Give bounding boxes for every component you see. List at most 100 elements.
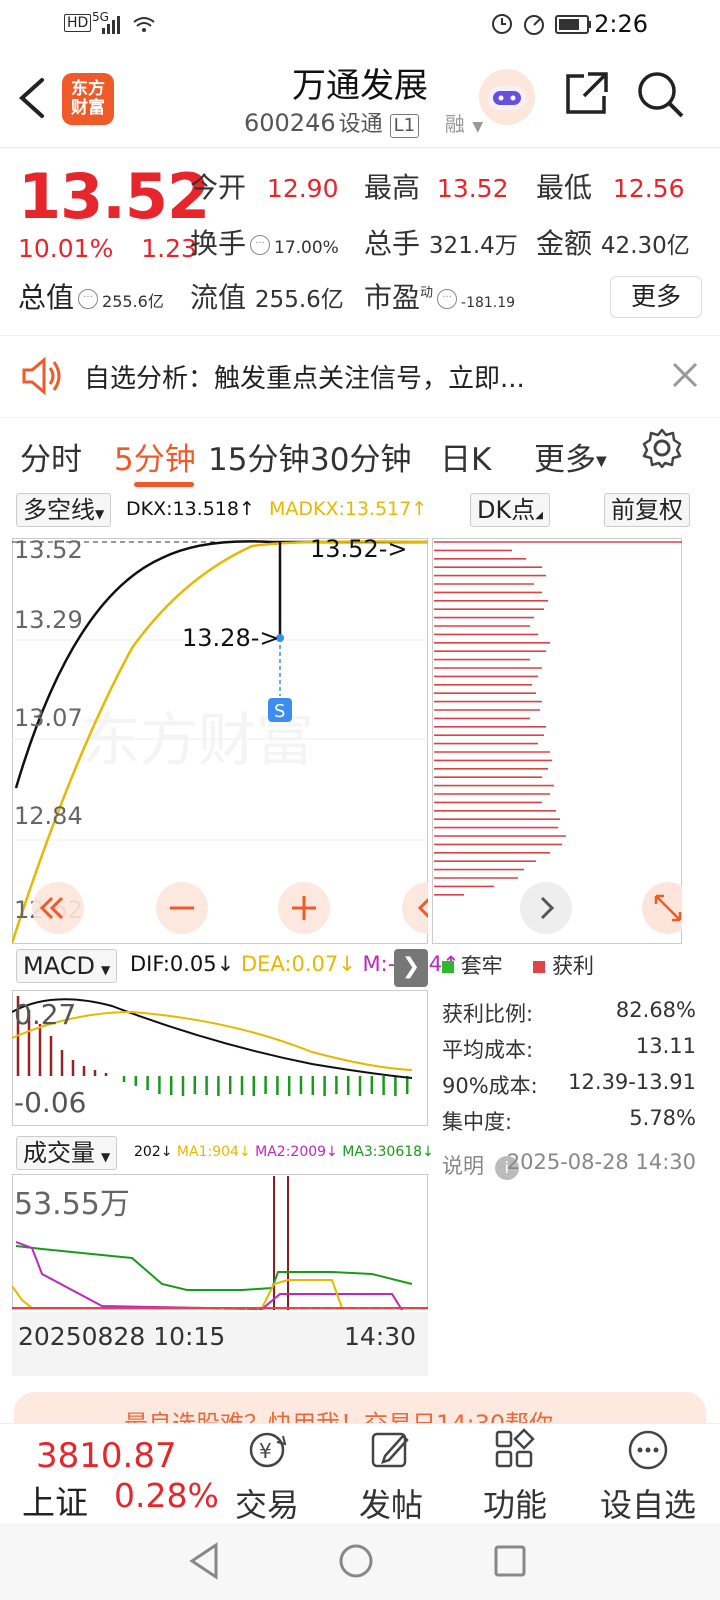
macd-y-bottom: -0.06 [14, 1086, 86, 1119]
search-icon[interactable] [636, 70, 686, 120]
kline-chart[interactable]: 东方财富 S 13.52 13.29 13.07 12.84 12.62 13.… [12, 538, 428, 944]
notice-text: 自选分析：触发重点关注信号，立即... [84, 364, 525, 394]
last-price: 13.52 [18, 160, 210, 233]
active-tab-indicator [134, 482, 194, 487]
hd-indicator: HD [64, 14, 92, 32]
float-cell: 流值 255.6亿 [190, 276, 344, 316]
open-value: 12.90 [266, 174, 339, 203]
pe-value: -181.19 [461, 295, 516, 311]
tab-more[interactable]: 更多▼ [534, 434, 607, 479]
notice-bar[interactable]: 自选分析：触发重点关注信号，立即... [0, 338, 720, 418]
sell-signal-label: S [274, 701, 285, 722]
vol-ma3: MA3:30618 [342, 1144, 423, 1160]
trade-label: 交易 [234, 1486, 299, 1524]
post-button[interactable]: 发帖 [336, 1428, 446, 1526]
tab-30min[interactable]: 30分钟 [310, 434, 411, 479]
indicator-select[interactable]: 多空线▼ [16, 493, 112, 527]
volume-value: 321.4万 [428, 233, 518, 259]
adjust-select[interactable]: 前复权 [604, 493, 690, 527]
pe-info-icon[interactable]: ··· [437, 289, 458, 309]
volume-chart[interactable]: 53.55万 [12, 1174, 428, 1310]
status-icons [492, 14, 591, 35]
change-row: 10.01% 1.23 [18, 234, 197, 263]
y-tick: 13.29 [14, 606, 83, 634]
tab-intraday[interactable]: 分时 [20, 434, 82, 479]
corner-arrow-icon: ◢ [535, 510, 543, 521]
level-tag: L1 [389, 114, 420, 138]
note-date: 2025-08-28 14:30 [506, 1150, 696, 1174]
chip-distribution-chart[interactable] [432, 538, 682, 944]
macd-y-top: 0.27 [14, 998, 76, 1031]
macd-select[interactable]: MACD ▼ [16, 949, 118, 983]
high-value: 13.52 [436, 174, 509, 203]
volume-cell: 总手 321.4万 [364, 222, 518, 262]
trade-button[interactable]: ¥ 交易 [212, 1428, 322, 1526]
index-percent[interactable]: 0.28% [114, 1476, 219, 1515]
nav-home-icon[interactable] [336, 1541, 376, 1581]
macd-chart[interactable]: 0.27 -0.06 [12, 990, 428, 1126]
tab-daily-k[interactable]: 日K [440, 434, 491, 479]
edit-post-icon [371, 1432, 409, 1468]
indicator-select-label: 多空线 [23, 496, 95, 524]
system-navbar [0, 1523, 720, 1600]
profit-swatch [533, 961, 546, 973]
change-amount: 1.23 [141, 234, 197, 263]
chip-legend: 套牢 获利 [442, 950, 594, 980]
profit-label: 获利 [552, 954, 595, 978]
nav-recents-icon[interactable] [490, 1541, 530, 1581]
turnover-info-icon[interactable]: ··· [250, 235, 271, 255]
macd-select-label: MACD [23, 952, 95, 980]
high-label: 最高 [364, 171, 421, 204]
low-label: 最低 [536, 171, 593, 204]
turnover-value: 17.00% [274, 238, 339, 258]
y-tick: 13.52 [14, 538, 83, 564]
volume-select-label: 成交量 [23, 1139, 95, 1167]
chip-row-label: 集中度: [442, 1110, 513, 1134]
vol-ma2: MA2:2009 [255, 1144, 327, 1160]
note-label: 说明 [442, 1154, 484, 1178]
trapped-label: 套牢 [460, 954, 503, 978]
pe-cell: 市盈动 ··· -181.19 [364, 276, 515, 316]
trapped-swatch [442, 961, 454, 973]
mcap-value: 255.6亿 [102, 292, 164, 311]
change-percent: 10.01% [18, 234, 114, 263]
bottom-toolbar: 3810.87 上证 0.28% ¥ 交易 发帖 功能 设自选 [0, 1423, 720, 1526]
volume-select[interactable]: 成交量 ▼ [16, 1136, 118, 1170]
tab-5min[interactable]: 5分钟 [114, 434, 196, 479]
amount-value: 42.30亿 [600, 233, 690, 259]
expand-indicator-button[interactable]: ❯ [394, 949, 428, 987]
stock-code: 600246 [244, 109, 336, 137]
robot-assistant-icon[interactable] [478, 68, 536, 126]
close-icon[interactable] [672, 362, 698, 388]
chip-row: 获利比例: 82.68% [442, 998, 696, 1028]
annotation-high: 13.52-> [310, 538, 407, 563]
settings-gear-icon[interactable] [642, 428, 682, 468]
add-watchlist-button[interactable]: 设自选 [586, 1428, 710, 1526]
dea-value: DEA:0.07 [240, 952, 339, 976]
next-icon [520, 882, 572, 934]
back-icon[interactable] [16, 76, 46, 120]
index-value[interactable]: 3810.87 [36, 1436, 177, 1476]
tab-15min[interactable]: 15分钟 [208, 434, 309, 479]
more-quote-button[interactable]: 更多 [610, 276, 702, 318]
dif-value: DIF:0.05 [130, 952, 217, 976]
amount-cell: 金额 42.30亿 [536, 222, 690, 262]
more-circle-icon [628, 1430, 668, 1470]
chip-note-row[interactable]: 说明 i 2025-08-28 14:30 [442, 1150, 696, 1180]
market-cap-row: 总值 ··· 255.6亿 [18, 276, 164, 316]
share-icon[interactable] [562, 70, 610, 118]
chip-row-label: 平均成本: [442, 1038, 534, 1062]
nav-back-icon[interactable] [186, 1541, 222, 1581]
scroll-left-icon [32, 882, 84, 934]
vol-ma1: MA1:904 [176, 1144, 239, 1160]
madkx-value: MADKX:13.517 [268, 498, 412, 520]
dk-point-select[interactable]: DK点◢ [470, 493, 550, 527]
svg-text:¥: ¥ [259, 1439, 272, 1463]
volume-label: 总手 [364, 227, 421, 260]
function-button[interactable]: 功能 [460, 1428, 570, 1526]
function-label: 功能 [482, 1486, 547, 1524]
more-info-icon[interactable]: ··· [78, 289, 99, 309]
time-end: 14:30 [343, 1322, 416, 1351]
arrow-up-icon: ↑ [239, 498, 255, 520]
index-name[interactable]: 上证 [22, 1476, 88, 1524]
